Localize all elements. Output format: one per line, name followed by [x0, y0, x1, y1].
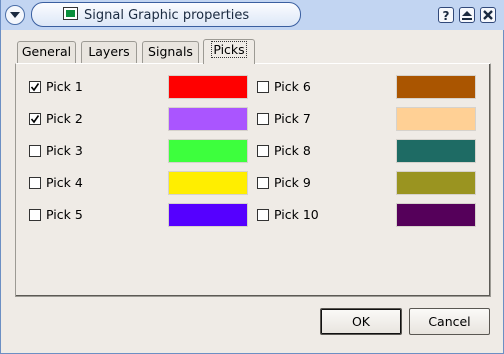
pick-7-checkbox[interactable] — [257, 113, 269, 125]
pick-9-label: Pick 9 — [274, 175, 311, 190]
pick-1-checkbox[interactable] — [29, 81, 41, 93]
pick-2-label: Pick 2 — [46, 111, 83, 126]
maximize-button[interactable] — [459, 7, 475, 23]
check-icon — [30, 115, 40, 124]
pick-10-color[interactable] — [396, 203, 476, 227]
question-icon: ? — [443, 9, 450, 22]
pick-8-label: Pick 8 — [274, 143, 311, 158]
pick-7-label: Pick 7 — [274, 111, 311, 126]
pick-10-label: Pick 10 — [274, 207, 319, 222]
title-bar[interactable]: Signal Graphic properties ? — [1, 0, 504, 30]
tab-general[interactable]: General — [17, 41, 76, 63]
pick-6-color[interactable] — [396, 75, 476, 99]
tab-label: Signals — [148, 44, 193, 59]
pick-6-checkbox[interactable] — [257, 81, 269, 93]
pick-4-color[interactable] — [168, 171, 248, 195]
ok-button[interactable]: OK — [320, 308, 402, 335]
properties-dialog: Signal Graphic properties ? General Laye… — [0, 0, 504, 354]
signal-app-icon — [63, 7, 78, 20]
pick-9-color[interactable] — [396, 171, 476, 195]
svg-text:?: ? — [443, 9, 450, 22]
window-title: Signal Graphic properties — [84, 8, 250, 23]
title-pill: Signal Graphic properties — [31, 2, 301, 27]
pick-4-checkbox[interactable] — [29, 177, 41, 189]
pick-8-checkbox[interactable] — [257, 145, 269, 157]
tab-layers[interactable]: Layers — [81, 41, 137, 63]
pick-1-label: Pick 1 — [46, 79, 83, 94]
pick-7-color[interactable] — [396, 107, 476, 131]
pick-5-color[interactable] — [168, 203, 248, 227]
pick-2-color[interactable] — [168, 107, 248, 131]
tab-signals[interactable]: Signals — [142, 41, 199, 63]
check-icon — [30, 83, 40, 92]
pick-1-color[interactable] — [168, 75, 248, 99]
tab-picks[interactable]: Picks — [203, 39, 255, 64]
cancel-button[interactable]: Cancel — [409, 308, 490, 335]
pick-10-checkbox[interactable] — [257, 209, 269, 221]
window-menu-button[interactable] — [5, 5, 25, 25]
pick-3-checkbox[interactable] — [29, 145, 41, 157]
pick-8-color[interactable] — [396, 139, 476, 163]
tab-label: Picks — [211, 41, 247, 58]
tab-label: Layers — [88, 44, 130, 59]
close-button[interactable] — [480, 7, 496, 23]
chevron-down-icon — [10, 12, 20, 18]
pick-3-color[interactable] — [168, 139, 248, 163]
pick-2-checkbox[interactable] — [29, 113, 41, 125]
pick-4-label: Pick 4 — [46, 175, 83, 190]
maximize-icon — [462, 11, 472, 20]
pick-5-checkbox[interactable] — [29, 209, 41, 221]
tab-label: General — [21, 44, 72, 59]
help-button[interactable]: ? — [438, 7, 454, 23]
pick-6-label: Pick 6 — [274, 79, 311, 94]
pick-5-label: Pick 5 — [46, 207, 83, 222]
pick-3-label: Pick 3 — [46, 143, 83, 158]
close-icon — [483, 10, 493, 20]
pick-9-checkbox[interactable] — [257, 177, 269, 189]
